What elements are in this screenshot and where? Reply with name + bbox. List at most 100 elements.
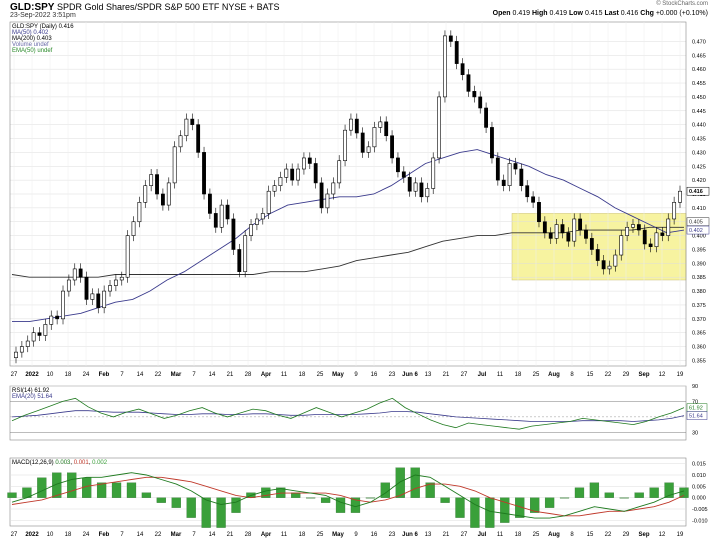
x-tick-bottom-5: Feb bbox=[99, 532, 110, 538]
macd-hist-bar-40 bbox=[604, 492, 614, 498]
legend-ema50: EMA(50) undef bbox=[12, 48, 53, 54]
x-tick-6: 7 bbox=[120, 372, 124, 378]
y-tick-2: 0.365 bbox=[692, 331, 706, 337]
macd-tick-5: 0.015 bbox=[692, 462, 706, 468]
y-tick-11: 0.410 bbox=[692, 206, 706, 212]
legend-rsi: RSI(14) 61.92 EMA(20) 51.64 bbox=[12, 388, 52, 400]
candle-65 bbox=[396, 157, 400, 173]
highlight-box bbox=[511, 213, 687, 281]
candle-26 bbox=[166, 182, 171, 206]
macd-hist-bar-42 bbox=[634, 492, 644, 498]
candle-73 bbox=[443, 35, 447, 98]
candle-39 bbox=[243, 235, 248, 272]
candle-12 bbox=[84, 276, 89, 300]
candle-13 bbox=[90, 293, 95, 300]
candle-98 bbox=[589, 238, 594, 250]
x-tick-37: 19 bbox=[677, 372, 684, 378]
candle-93 bbox=[560, 224, 565, 234]
candle-112 bbox=[672, 202, 677, 220]
y-tick-14: 0.425 bbox=[692, 164, 706, 170]
x-tick-bottom-11: 14 bbox=[209, 532, 216, 538]
last-label-1: 0.405 bbox=[689, 220, 703, 226]
macd-hist-bar-38 bbox=[574, 487, 585, 498]
candle-2 bbox=[25, 340, 30, 347]
candle-51 bbox=[313, 163, 318, 184]
candle-42 bbox=[260, 213, 265, 220]
candle-76 bbox=[460, 63, 465, 76]
x-tick-bottom-3: 18 bbox=[65, 532, 72, 538]
x-tick-bottom-23: 13 bbox=[425, 532, 432, 538]
x-tick-bottom-14: Apr bbox=[261, 532, 272, 538]
chart-canvas[interactable]: 0.355 0.360 0.365 0.370 0.375 0.380 0.385 0.390… bbox=[0, 0, 720, 540]
candle-63 bbox=[384, 121, 389, 137]
candle-20 bbox=[131, 221, 136, 236]
candle-18 bbox=[119, 276, 124, 281]
x-tick-bottom-36: 12 bbox=[659, 532, 666, 538]
macd-hist-bar-12 bbox=[186, 497, 196, 518]
x-tick-bottom-31: 8 bbox=[570, 532, 574, 538]
candle-110 bbox=[660, 232, 665, 236]
candle-60 bbox=[366, 146, 371, 153]
y-tick-18: 0.445 bbox=[692, 109, 706, 115]
x-tick-28: 18 bbox=[515, 372, 522, 378]
candle-57 bbox=[349, 118, 353, 131]
y-tick-1: 0.360 bbox=[692, 345, 706, 351]
candle-27 bbox=[172, 146, 177, 184]
legend-macd-label: MACD(12,26,9) bbox=[12, 460, 54, 466]
macd-hist-bar-0 bbox=[7, 492, 17, 498]
candle-53 bbox=[325, 193, 330, 209]
macd-panel-frame bbox=[9, 457, 687, 527]
x-tick-19: 9 bbox=[354, 372, 358, 378]
candle-8 bbox=[61, 290, 65, 320]
x-tick-bottom-37: 19 bbox=[677, 532, 684, 538]
x-tick-bottom-7: 14 bbox=[137, 532, 144, 538]
macd-hist-bar-37 bbox=[559, 497, 570, 499]
candle-48 bbox=[296, 168, 300, 181]
x-tick-bottom-17: 25 bbox=[317, 532, 324, 538]
macd-hist-bar-36 bbox=[544, 497, 555, 508]
x-tick-bottom-18: May bbox=[332, 532, 344, 538]
candle-43 bbox=[266, 190, 271, 214]
macd-tick-4: 0.010 bbox=[692, 473, 706, 479]
candle-107 bbox=[642, 229, 647, 245]
y-tick-9: 0.400 bbox=[692, 234, 706, 240]
candle-61 bbox=[372, 127, 377, 148]
x-tick-35: Sep bbox=[638, 372, 649, 378]
candle-72 bbox=[437, 96, 441, 159]
x-tick-31: 8 bbox=[570, 372, 574, 378]
x-tick-17: 25 bbox=[317, 372, 324, 378]
x-tick-bottom-19: 9 bbox=[354, 532, 358, 538]
x-tick-bottom-30: Aug bbox=[548, 532, 560, 538]
macd-hist-bar-39 bbox=[589, 482, 600, 498]
x-tick-bottom-4: 24 bbox=[83, 532, 90, 538]
macd-hist-bar-22 bbox=[335, 497, 346, 513]
x-tick-bottom-0: 27 bbox=[11, 532, 18, 538]
candle-101 bbox=[607, 265, 612, 270]
candle-38 bbox=[237, 249, 242, 272]
macd-hist-bar-9 bbox=[141, 492, 152, 498]
candle-103 bbox=[619, 235, 624, 256]
x-tick-bottom-32: 15 bbox=[587, 532, 594, 538]
candle-31 bbox=[196, 124, 201, 153]
macd-hist-bar-29 bbox=[440, 497, 450, 503]
x-tick-16: 18 bbox=[299, 372, 306, 378]
x-tick-32: 15 bbox=[587, 372, 594, 378]
candle-54 bbox=[331, 182, 336, 195]
candle-97 bbox=[584, 229, 588, 239]
macd-hist-bar-43 bbox=[649, 487, 659, 498]
candle-77 bbox=[466, 74, 471, 92]
x-tick-4: 24 bbox=[83, 372, 90, 378]
candle-10 bbox=[72, 268, 77, 281]
legend-macd-value: 0.003 bbox=[55, 460, 71, 466]
x-tick-34: 29 bbox=[623, 372, 630, 378]
candle-23 bbox=[149, 174, 154, 186]
y-tick-16: 0.435 bbox=[692, 137, 706, 143]
candle-25 bbox=[160, 193, 165, 206]
candle-34 bbox=[213, 213, 218, 228]
x-tick-bottom-33: 22 bbox=[605, 532, 612, 538]
candle-71 bbox=[431, 157, 436, 189]
candle-58 bbox=[354, 118, 359, 134]
candle-16 bbox=[108, 285, 112, 292]
candle-90 bbox=[542, 221, 547, 234]
macd-hist-bar-10 bbox=[156, 497, 166, 503]
